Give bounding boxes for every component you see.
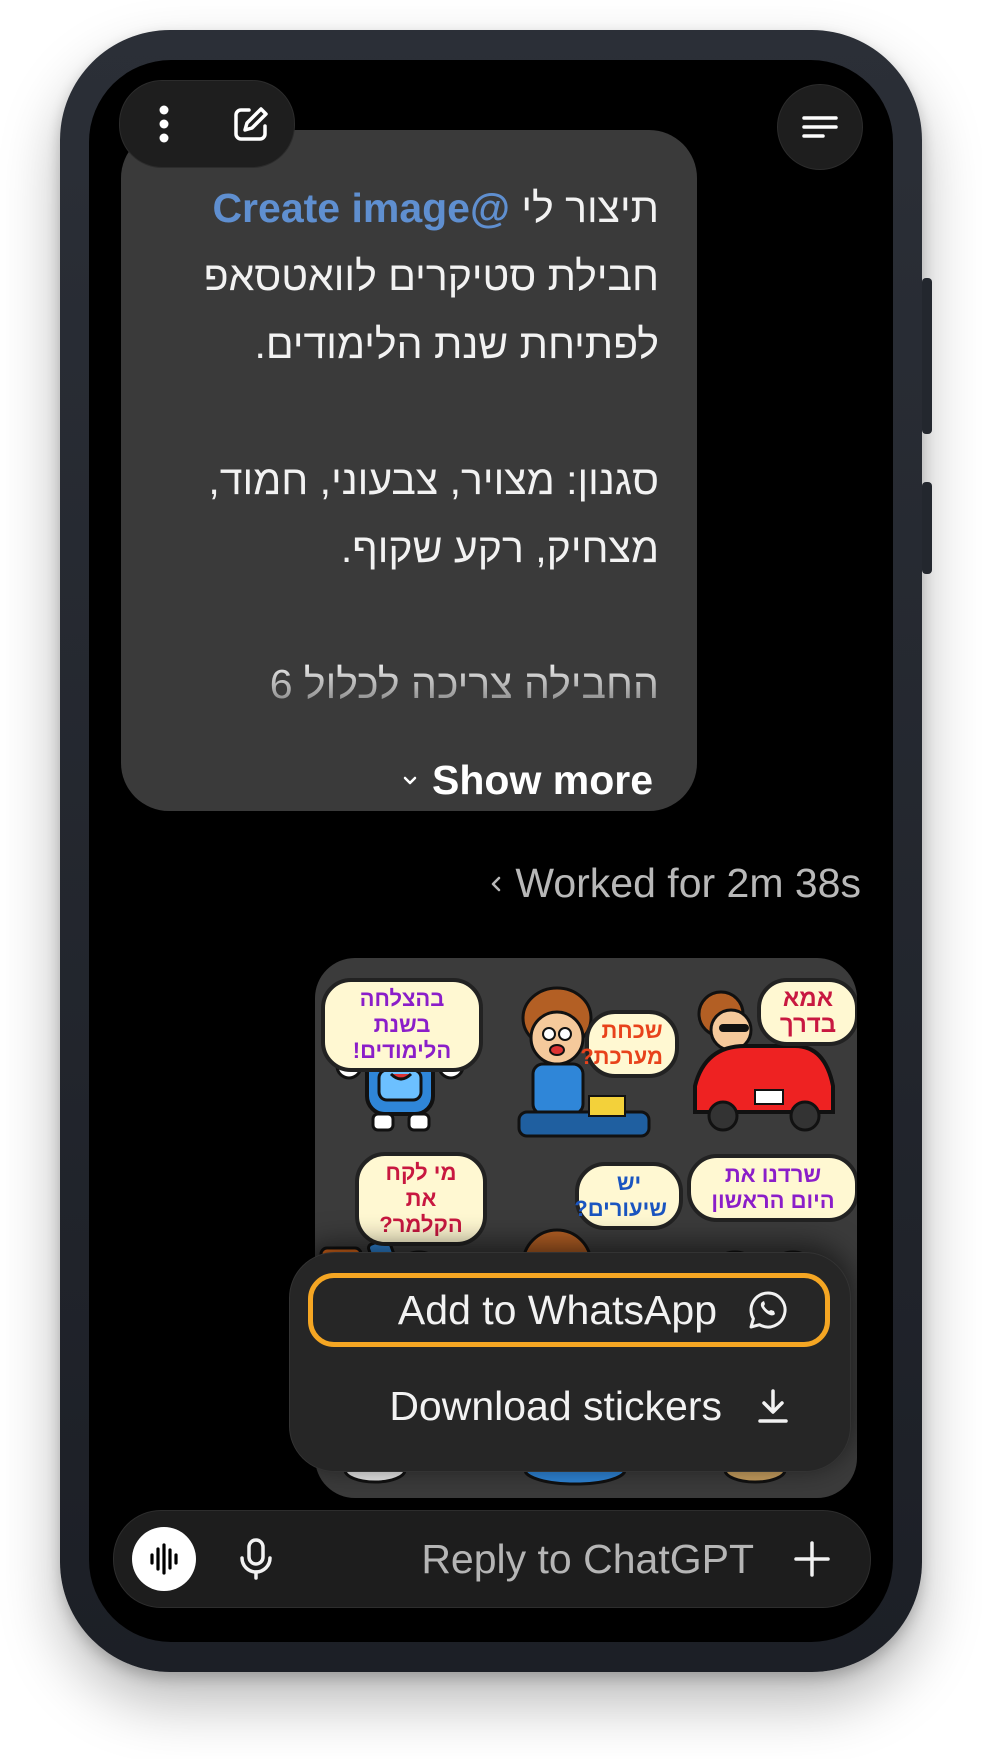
create-image-mention[interactable]: @Create image [212, 185, 510, 231]
plus-icon [794, 1541, 830, 1577]
edit-pencil-icon [233, 107, 268, 141]
power-button [922, 482, 932, 574]
new-chat-button[interactable] [221, 94, 281, 154]
download-stickers-label: Download stickers [389, 1382, 722, 1429]
menu-lines-icon [802, 116, 838, 138]
add-to-whatsapp-label: Add to WhatsApp [397, 1286, 717, 1333]
chat-screen: תיצור לי @Create image חבילת סטיקרים לוו… [89, 60, 893, 1642]
header-actions [119, 80, 295, 168]
whatsapp-icon [749, 1291, 787, 1329]
voice-waveform-icon [150, 1543, 178, 1575]
sticker-caption: שכחת מערכת? [580, 1010, 679, 1078]
show-more-button[interactable]: Show more [402, 752, 653, 808]
worked-for-label: Worked for 2m 38s [515, 860, 861, 906]
microphone-icon [240, 1538, 272, 1580]
more-options-button[interactable] [134, 94, 194, 154]
add-to-whatsapp-button[interactable]: Add to WhatsApp [308, 1273, 830, 1347]
sticker-caption: יש שיעורים? [574, 1162, 683, 1230]
chevron-left-icon [492, 876, 501, 891]
show-more-label: Show more [432, 756, 653, 803]
download-icon [758, 1389, 788, 1423]
message-composer [113, 1510, 871, 1608]
user-message-text: תיצור לי @Create image חבילת סטיקרים לוו… [151, 174, 659, 718]
user-message-bubble: תיצור לי @Create image חבילת סטיקרים לוו… [121, 130, 697, 811]
menu-button[interactable] [777, 84, 863, 170]
sticker-actions-menu: Add to WhatsApp Download stickers [289, 1252, 851, 1472]
sticker-backpack: בהצלחה בשנת הלימודים! [315, 966, 483, 1146]
sticker-caption: בהצלחה בשנת הלימודים! [321, 978, 483, 1072]
dictation-button[interactable] [226, 1529, 286, 1589]
reply-input[interactable] [374, 1529, 754, 1589]
attach-button[interactable] [782, 1529, 842, 1589]
sticker-caption: שרדנו את היום הראשון [687, 1154, 857, 1222]
worked-for-toggle[interactable]: Worked for 2m 38s [489, 860, 861, 907]
message-text-rest: חבילת סטיקרים לוואטסאפ לפתיחת שנת הלימוד… [203, 253, 659, 707]
message-text-part1: תיצור לי [521, 185, 659, 231]
sticker-forgot-schedule: שכחת מערכת? [499, 966, 679, 1146]
text-fade [121, 660, 697, 750]
sticker-mom-on-way: אמא בדרך [681, 966, 857, 1146]
download-stickers-button[interactable]: Download stickers [308, 1369, 830, 1443]
more-vertical-icon [159, 105, 168, 143]
chevron-down-icon [403, 776, 417, 785]
sticker-caption: מי לקח את הקלמר? [355, 1152, 487, 1246]
voice-mode-button[interactable] [132, 1527, 196, 1591]
sticker-caption: אמא בדרך [757, 978, 857, 1046]
volume-button [922, 278, 932, 434]
